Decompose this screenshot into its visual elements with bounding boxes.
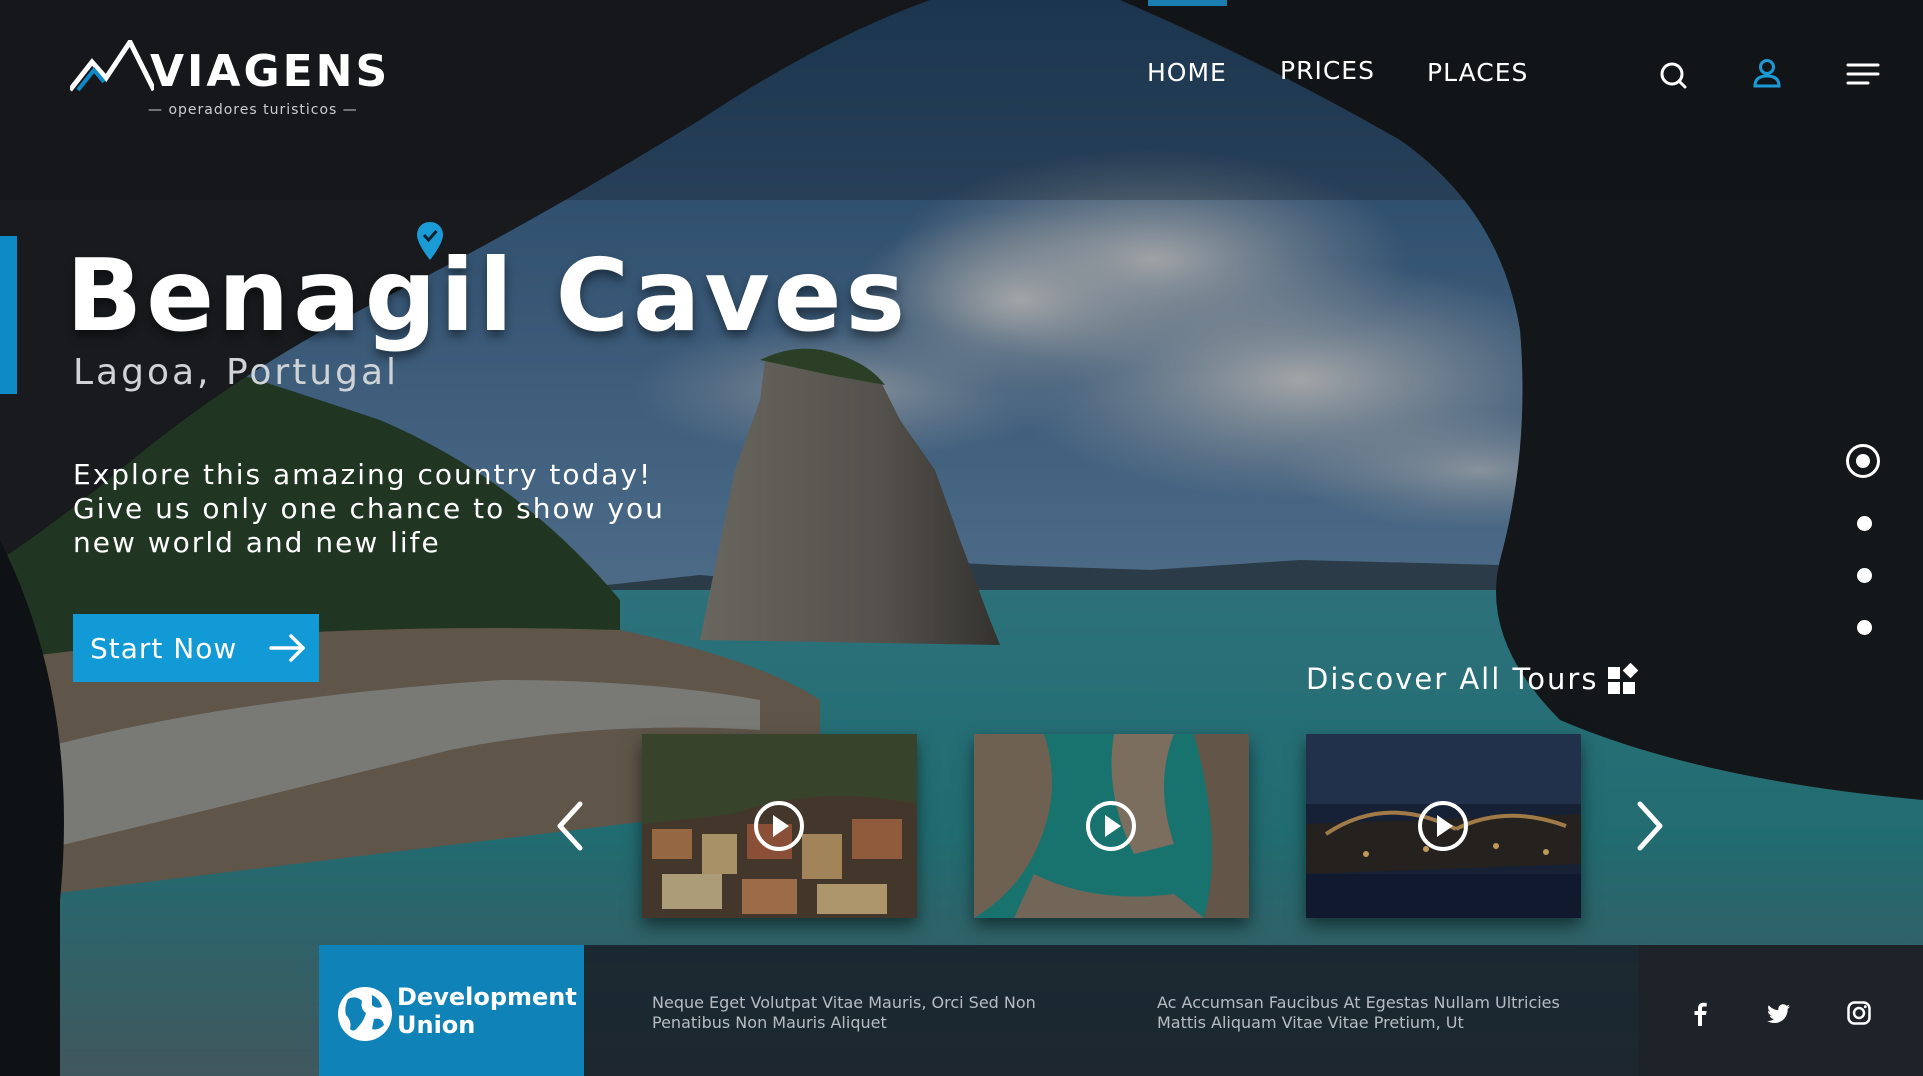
slide-dot-3[interactable]: [1857, 568, 1872, 583]
footer-info-line: Mattis Aliquam Vitae Vitae Pretium, Ut: [1157, 1013, 1464, 1032]
hero-description-line: Explore this amazing country today!: [73, 458, 653, 491]
partner-badge[interactable]: Development Union: [319, 945, 584, 1076]
play-icon[interactable]: [1085, 800, 1137, 852]
hero-description-line: new world and new life: [73, 526, 441, 559]
brand-logo[interactable]: VIAGENS — operadores turisticos —: [70, 40, 387, 120]
footer-info-line: Penatibus Non Mauris Aliquet: [652, 1013, 887, 1032]
hero-title: Benagil Caves: [66, 237, 910, 354]
grid-icon: [1608, 663, 1639, 694]
nav-item-prices[interactable]: PRICES: [1280, 56, 1375, 85]
instagram-icon[interactable]: [1846, 1000, 1872, 1026]
slide-dot-1[interactable]: [1846, 444, 1880, 478]
user-icon[interactable]: [1750, 56, 1784, 90]
partner-name-line: Development: [397, 983, 577, 1011]
play-icon[interactable]: [753, 800, 805, 852]
nav-item-places[interactable]: PLACES: [1427, 58, 1528, 87]
menu-icon[interactable]: [1846, 58, 1880, 92]
discover-label: Discover All Tours: [1306, 662, 1599, 696]
hero-description: Explore this amazing country today! Give…: [73, 458, 693, 560]
discover-all-tours-link[interactable]: Discover All Tours: [1306, 662, 1640, 696]
mountain-logo-icon: [70, 40, 154, 92]
brand-name: VIAGENS: [150, 46, 391, 97]
tour-card-turquoise-bay[interactable]: [974, 734, 1249, 918]
start-now-label: Start Now: [90, 631, 238, 665]
partner-name-line: Union: [397, 1011, 476, 1039]
nav-item-home[interactable]: HOME: [1147, 58, 1227, 87]
footer-info-right: Ac Accumsan Faucibus At Egestas Nullam U…: [1157, 993, 1560, 1033]
hero-location: Lagoa, Portugal: [73, 352, 400, 393]
hero-description-line: Give us only one chance to show you: [73, 492, 665, 525]
nav-active-indicator: [1148, 0, 1227, 6]
carousel-prev-icon[interactable]: [552, 800, 588, 852]
tour-card-night-bridge-city[interactable]: [1306, 734, 1581, 918]
footer-info-line: Ac Accumsan Faucibus At Egestas Nullam U…: [1157, 993, 1560, 1012]
footer-info-left: Neque Eget Volutpat Vitae Mauris, Orci S…: [652, 993, 1036, 1033]
hero-accent-bar: [0, 236, 17, 394]
carousel-next-icon[interactable]: [1632, 800, 1668, 852]
start-now-button[interactable]: Start Now: [73, 614, 319, 682]
slide-dot-4[interactable]: [1857, 620, 1872, 635]
arrow-right-icon: [269, 634, 305, 662]
globe-icon: [338, 987, 392, 1041]
slide-dot-2[interactable]: [1857, 516, 1872, 531]
search-icon[interactable]: [1657, 58, 1691, 92]
tour-card-coastal-town[interactable]: [642, 734, 917, 918]
play-icon[interactable]: [1417, 800, 1469, 852]
partner-name: Development Union: [397, 983, 577, 1039]
footer-info-line: Neque Eget Volutpat Vitae Mauris, Orci S…: [652, 993, 1036, 1012]
brand-tagline: — operadores turisticos —: [148, 102, 358, 118]
facebook-icon[interactable]: [1687, 1000, 1713, 1026]
twitter-icon[interactable]: [1766, 1000, 1792, 1026]
